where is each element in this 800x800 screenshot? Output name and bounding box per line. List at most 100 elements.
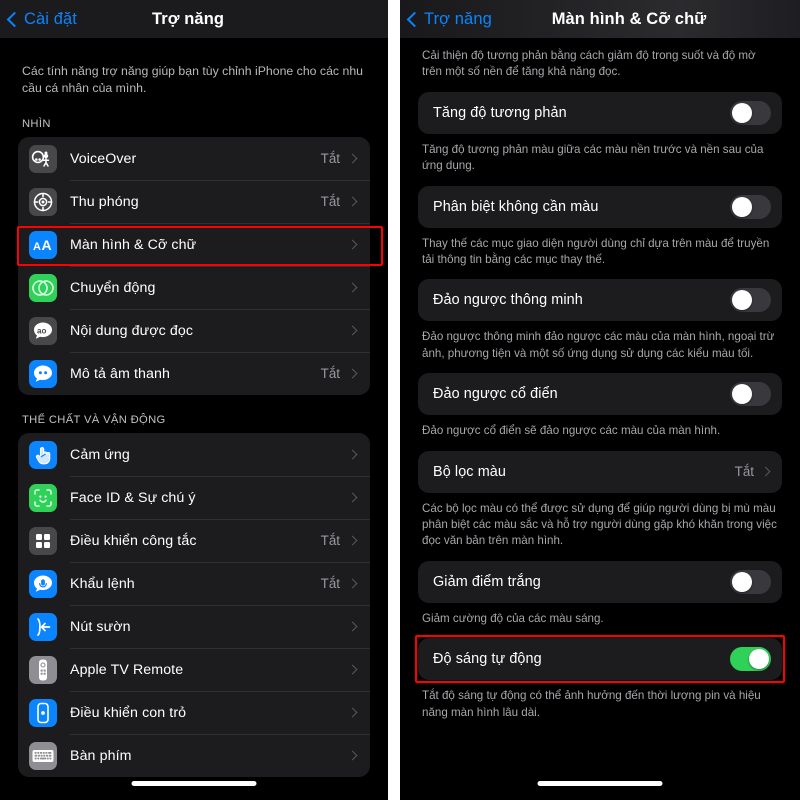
- chevron-right-icon: [347, 196, 358, 207]
- reduce-white-point-toggle[interactable]: [730, 569, 771, 594]
- setting-label: Giảm điểm trắng: [433, 573, 541, 590]
- svg-text:A: A: [33, 241, 41, 253]
- svg-text:A: A: [42, 237, 52, 253]
- chevron-right-icon: [347, 239, 358, 250]
- chevron-right-icon: [347, 153, 358, 164]
- right-content-scroll[interactable]: Cải thiện độ tương phản bằng cách giảm đ…: [400, 38, 800, 800]
- display-text-size-icon: AA: [29, 230, 57, 259]
- chevron-right-icon: [347, 368, 358, 379]
- svg-text:ao: ao: [37, 326, 46, 335]
- list-item-label: Điều khiển công tắc: [70, 532, 197, 549]
- list-item-side-button[interactable]: Nút sườn: [18, 605, 370, 648]
- home-indicator: [131, 781, 257, 786]
- list-item-motion[interactable]: Chuyển động: [18, 266, 370, 309]
- panel-divider: [388, 0, 400, 800]
- screenshot-stage: Cài đặt Trợ năng Các tính năng trợ năng …: [0, 0, 800, 800]
- chevron-left-icon: [6, 11, 23, 28]
- setting-row-increase-contrast[interactable]: Tăng độ tương phản: [418, 91, 782, 134]
- chevron-right-icon: [347, 325, 358, 336]
- voice-control-icon: [29, 569, 57, 598]
- accessibility-intro-text: Các tính năng trợ năng giúp bạn tùy chỉn…: [22, 64, 363, 95]
- color-filters-value: Tắt: [734, 464, 754, 480]
- list-item-label: Màn hình & Cỡ chữ: [70, 236, 197, 253]
- list-item-voiceover[interactable]: VoiceOver Tắt: [18, 137, 370, 180]
- chevron-left-icon: [406, 11, 423, 28]
- chevron-right-icon: [347, 621, 358, 632]
- back-button-label: Trợ năng: [424, 9, 492, 28]
- back-button-settings[interactable]: Cài đặt: [6, 9, 77, 29]
- list-item-audio-descriptions[interactable]: Mô tả âm thanh Tắt: [18, 352, 370, 395]
- face-id-icon: [29, 483, 57, 512]
- setting-row-reduce-white-point[interactable]: Giảm điểm trắng: [418, 560, 782, 603]
- list-item-zoom[interactable]: Thu phóng Tắt: [18, 180, 370, 223]
- increase-contrast-description: Tăng độ tương phản màu giữa các màu nền …: [422, 142, 764, 173]
- motion-icon: [29, 273, 57, 302]
- list-item-label: Thu phóng: [70, 193, 139, 210]
- list-item-label: Điều khiển con trỏ: [70, 704, 187, 721]
- chevron-right-icon: [347, 664, 358, 675]
- toggle-knob: [749, 649, 769, 670]
- setting-label: Tăng độ tương phản: [433, 104, 567, 121]
- pointer-control-icon: [29, 698, 57, 727]
- list-item-label: Cảm ứng: [70, 446, 130, 463]
- toggle-knob: [732, 290, 752, 311]
- setting-label: Độ sáng tự động: [433, 651, 542, 668]
- setting-row-differentiate-without-color[interactable]: Phân biệt không cần màu: [418, 185, 782, 228]
- back-button-accessibility[interactable]: Trợ năng: [406, 9, 492, 29]
- chevron-right-icon: [347, 535, 358, 546]
- toggle-knob: [732, 384, 752, 405]
- left-content-scroll[interactable]: Các tính năng trợ năng giúp bạn tùy chỉn…: [0, 38, 388, 800]
- list-item-label: Apple TV Remote: [70, 661, 184, 678]
- differentiate-without-color-toggle[interactable]: [730, 194, 771, 219]
- list-item-label: Nút sườn: [70, 618, 131, 635]
- list-item-voice-control[interactable]: Khẩu lệnh Tắt: [18, 562, 370, 605]
- setting-row-auto-brightness[interactable]: Độ sáng tự động: [418, 638, 782, 681]
- list-item-switch-control[interactable]: Điều khiển công tắc Tắt: [18, 519, 370, 562]
- classic-invert-toggle[interactable]: [730, 382, 771, 407]
- smart-invert-toggle[interactable]: [730, 288, 771, 313]
- side-button-icon: [29, 612, 57, 641]
- setting-label: Đảo ngược cổ điển: [433, 386, 558, 403]
- chevron-right-icon: [347, 282, 358, 293]
- list-item-value: Tắt: [320, 151, 340, 166]
- phone-screen-accessibility: Cài đặt Trợ năng Các tính năng trợ năng …: [0, 0, 388, 800]
- list-item-touch[interactable]: Cảm ứng: [18, 433, 370, 476]
- list-item-face-id-attention[interactable]: Face ID & Sự chú ý: [18, 476, 370, 519]
- list-item-label: Nội dung được đọc: [70, 322, 194, 339]
- list-item-value: Tắt: [320, 366, 340, 381]
- voiceover-icon: [29, 144, 57, 173]
- setting-row-smart-invert[interactable]: Đảo ngược thông minh: [418, 279, 782, 322]
- toggle-knob: [732, 571, 752, 592]
- keyboard-icon: [29, 741, 57, 770]
- chevron-right-icon: [347, 707, 358, 718]
- left-navigation-bar: Cài đặt Trợ năng: [0, 0, 388, 38]
- chevron-right-icon: [347, 449, 358, 460]
- home-indicator: [537, 781, 663, 786]
- auto-brightness-description: Tắt độ sáng tự động có thể ảnh hưởng đến…: [422, 689, 761, 719]
- spoken-content-icon: ao: [29, 316, 57, 345]
- section-header-vision: NHÌN: [22, 118, 51, 130]
- phone-screen-display-text-size: Trợ năng Màn hình & Cỡ chữ Cải thiện độ …: [400, 0, 800, 800]
- back-button-label: Cài đặt: [24, 9, 77, 28]
- list-item-value: Tắt: [320, 533, 340, 548]
- increase-contrast-intro-text: Cải thiện độ tương phản bằng cách giảm đ…: [422, 49, 756, 79]
- list-item-label: Bàn phím: [70, 747, 132, 764]
- touch-icon: [29, 440, 57, 469]
- section-header-physical-motor: THỂ CHẤT VÀ VẬN ĐỘNG: [22, 414, 166, 426]
- switch-control-icon: [29, 526, 57, 555]
- auto-brightness-toggle[interactable]: [730, 647, 771, 672]
- setting-row-color-filters[interactable]: Bộ lọc màu Tắt: [418, 450, 782, 493]
- list-item-display-text-size[interactable]: AA Màn hình & Cỡ chữ: [18, 223, 370, 266]
- list-item-keyboard[interactable]: Bàn phím: [18, 734, 370, 777]
- list-item-apple-tv-remote[interactable]: Apple TV Remote: [18, 648, 370, 691]
- increase-contrast-toggle[interactable]: [730, 100, 771, 125]
- chevron-right-icon: [347, 750, 358, 761]
- setting-row-classic-invert[interactable]: Đảo ngược cổ điển: [418, 373, 782, 416]
- setting-label: Đảo ngược thông minh: [433, 292, 583, 309]
- right-navigation-bar: Trợ năng Màn hình & Cỡ chữ: [400, 0, 800, 38]
- differentiate-without-color-description: Thay thế các mục giao diện người dùng ch…: [422, 236, 770, 267]
- list-item-value: Tắt: [320, 194, 340, 209]
- list-item-pointer-control[interactable]: Điều khiển con trỏ: [18, 691, 370, 734]
- setting-label: Bộ lọc màu: [433, 463, 506, 480]
- list-item-spoken-content[interactable]: ao Nội dung được đọc: [18, 309, 370, 352]
